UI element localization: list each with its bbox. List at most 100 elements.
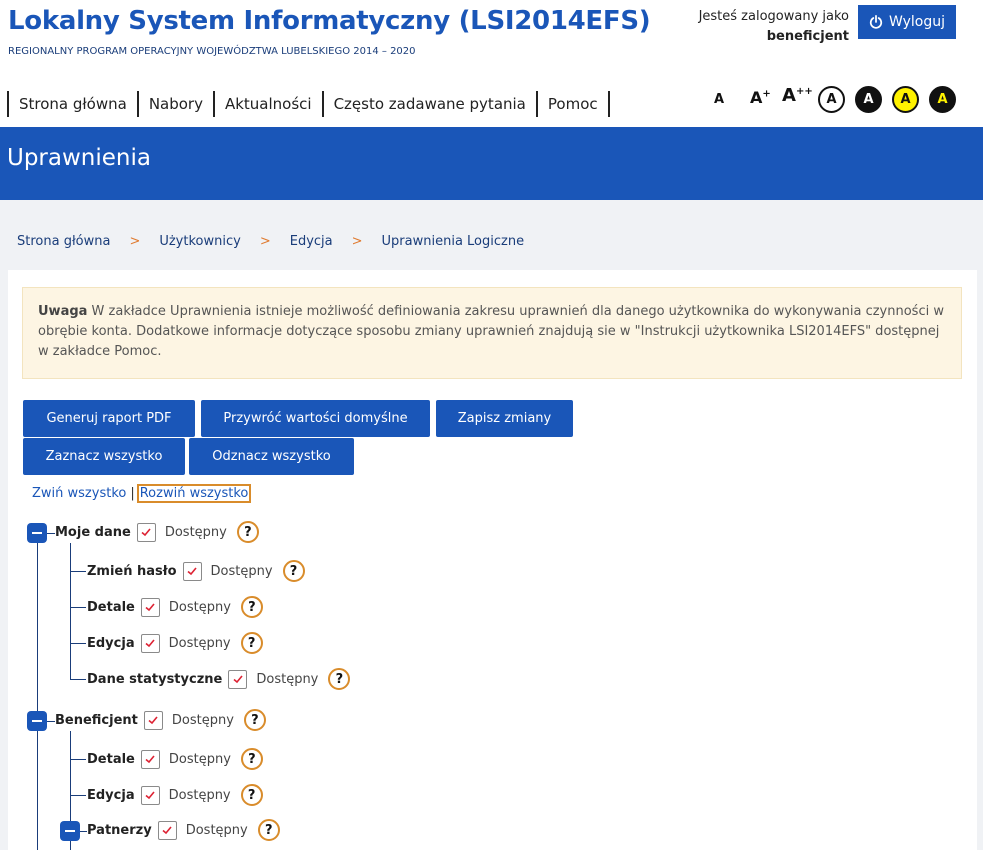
available-label: Dostępny — [210, 563, 273, 579]
tree-node: Moje dane Dostępny ? — [55, 521, 259, 543]
available-label: Dostępny — [168, 599, 231, 615]
permission-checkbox[interactable] — [136, 522, 156, 542]
help-icon[interactable]: ? — [240, 596, 263, 618]
tree-line — [70, 795, 86, 796]
permission-checkbox[interactable] — [140, 785, 160, 805]
available-label: Dostępny — [171, 712, 234, 728]
collapse-node-icon[interactable] — [27, 711, 47, 731]
breadcrumb-separator: > — [129, 234, 141, 249]
help-icon[interactable]: ? — [243, 709, 266, 731]
tree-line — [70, 571, 86, 572]
tree-line — [70, 759, 86, 760]
checkmark-icon — [145, 639, 155, 648]
available-label: Dostępny — [164, 524, 227, 540]
node-label: Moje dane — [55, 524, 131, 540]
breadcrumb-users[interactable]: Użytkownicy — [159, 234, 240, 249]
generate-pdf-button[interactable]: Generuj raport PDF — [23, 400, 195, 437]
available-label: Dostępny — [185, 822, 248, 838]
available-label: Dostępny — [168, 751, 231, 767]
permission-checkbox[interactable] — [140, 597, 160, 617]
tree-line — [70, 607, 86, 608]
expand-all-link[interactable]: Rozwiń wszystko — [136, 484, 252, 503]
collapse-node-icon[interactable] — [27, 523, 47, 543]
logged-as-label: Jesteś zalogowany jako — [698, 9, 849, 24]
page-banner: Uprawnienia — [0, 127, 983, 200]
permission-checkbox[interactable] — [140, 633, 160, 653]
main-nav: Strona główna Nabory Aktualności Często … — [7, 91, 610, 117]
app-title: Lokalny System Informatyczny (LSI2014EFS… — [8, 6, 651, 36]
tree-line — [70, 543, 71, 679]
restore-defaults-button[interactable]: Przywróć wartości domyślne — [201, 400, 430, 437]
available-label: Dostępny — [256, 671, 319, 687]
page-title: Uprawnienia — [7, 145, 151, 171]
contrast-yellow-black[interactable]: A — [892, 86, 919, 113]
tree-node: Edycja Dostępny ? — [87, 632, 263, 654]
node-label: Zmień hasło — [87, 563, 177, 579]
checkmark-icon — [162, 826, 172, 835]
help-icon[interactable]: ? — [257, 819, 280, 841]
checkmark-icon — [233, 675, 243, 684]
node-label: Edycja — [87, 787, 135, 803]
permission-checkbox[interactable] — [140, 749, 160, 769]
node-label: Dane statystyczne — [87, 671, 223, 687]
breadcrumb-home[interactable]: Strona główna — [17, 234, 110, 249]
header: Lokalny System Informatyczny (LSI2014EFS… — [0, 0, 983, 127]
checkmark-icon — [187, 567, 197, 576]
breadcrumb-current: Uprawnienia Logiczne — [381, 234, 525, 249]
checkmark-icon — [145, 603, 155, 612]
help-icon[interactable]: ? — [240, 784, 263, 806]
collapse-all-link[interactable]: Zwiń wszystko — [32, 486, 126, 501]
contrast-default[interactable]: A — [818, 86, 845, 113]
help-icon[interactable]: ? — [240, 748, 263, 770]
save-changes-button[interactable]: Zapisz zmiany — [436, 400, 573, 437]
nav-home[interactable]: Strona główna — [7, 91, 137, 117]
tree-line — [37, 540, 38, 850]
node-label: Patnerzy — [87, 822, 152, 838]
permission-checkbox[interactable] — [143, 710, 163, 730]
font-size-small[interactable]: A — [714, 92, 724, 107]
available-label: Dostępny — [168, 787, 231, 803]
node-label: Detale — [87, 751, 135, 767]
available-label: Dostępny — [168, 635, 231, 651]
tree-node: Detale Dostępny ? — [87, 596, 263, 618]
node-label: Beneficjent — [55, 712, 138, 728]
alert-strong: Uwaga — [38, 304, 88, 319]
tree-line — [70, 643, 86, 644]
logout-button[interactable]: Wyloguj — [858, 5, 956, 39]
font-size-large[interactable]: A++ — [782, 85, 813, 106]
font-size-medium[interactable]: A+ — [750, 88, 771, 107]
breadcrumb-edit[interactable]: Edycja — [290, 234, 333, 249]
tree-node: Beneficjent Dostępny ? — [55, 709, 266, 731]
breadcrumb-separator: > — [259, 234, 271, 249]
breadcrumb: Strona główna > Użytkownicy > Edycja > U… — [17, 234, 524, 249]
power-icon — [869, 15, 883, 29]
contrast-black-white[interactable]: A — [855, 86, 882, 113]
alert-text: W zakładce Uprawnienia istnieje możliwoś… — [38, 304, 944, 359]
help-icon[interactable]: ? — [328, 668, 351, 690]
tree-toggle: Zwiń wszystko | Rozwiń wszystko — [32, 484, 252, 503]
logout-label: Wyloguj — [889, 14, 945, 30]
username: beneficjent — [766, 29, 849, 44]
nav-news[interactable]: Aktualności — [212, 91, 322, 117]
permission-checkbox[interactable] — [157, 820, 177, 840]
select-all-button[interactable]: Zaznacz wszystko — [23, 438, 185, 475]
help-icon[interactable]: ? — [282, 560, 305, 582]
contrast-black-yellow[interactable]: A — [929, 86, 956, 113]
nav-faq[interactable]: Często zadawane pytania — [321, 91, 536, 117]
app-subtitle: REGIONALNY PROGRAM OPERACYJNY WOJEWÓDZTW… — [8, 46, 416, 57]
tree-line — [79, 831, 87, 832]
permission-checkbox[interactable] — [228, 669, 248, 689]
help-icon[interactable]: ? — [236, 521, 259, 543]
node-label: Detale — [87, 599, 135, 615]
deselect-all-button[interactable]: Odznacz wszystko — [189, 438, 354, 475]
nav-help[interactable]: Pomoc — [535, 91, 610, 117]
warning-alert: Uwaga W zakładce Uprawnienia istnieje mo… — [22, 287, 962, 379]
nav-calls[interactable]: Nabory — [136, 91, 213, 117]
help-icon[interactable]: ? — [240, 632, 263, 654]
tree-node: Edycja Dostępny ? — [87, 784, 263, 806]
toggle-separator: | — [130, 486, 135, 501]
checkmark-icon — [141, 528, 151, 537]
checkmark-icon — [145, 791, 155, 800]
permission-checkbox[interactable] — [182, 561, 202, 581]
collapse-node-icon[interactable] — [60, 821, 80, 841]
